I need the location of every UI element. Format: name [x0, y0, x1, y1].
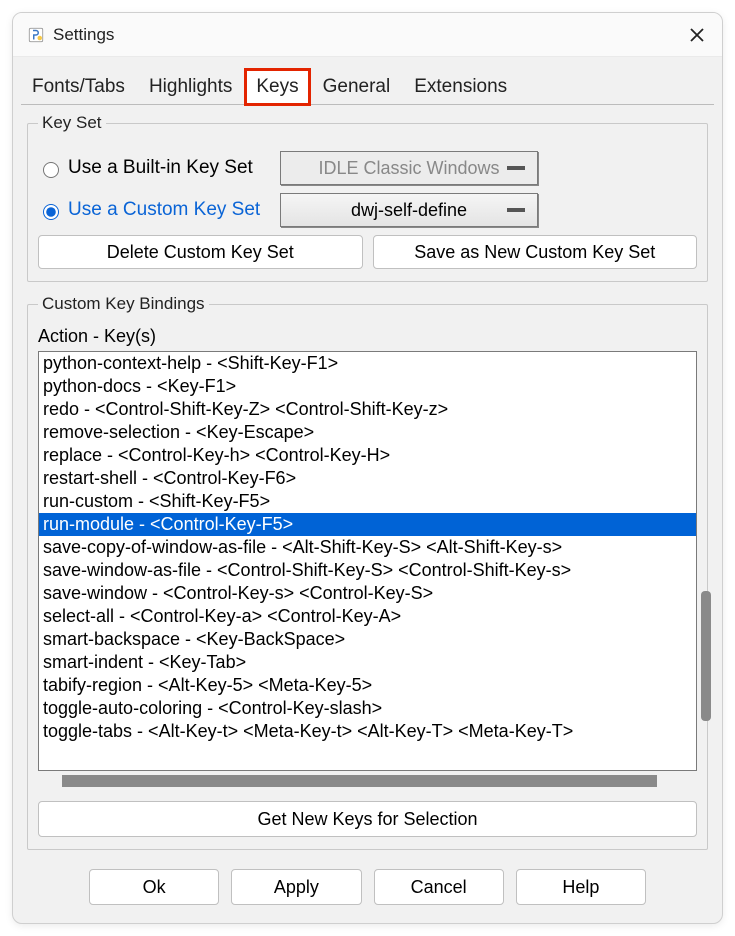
tab-keys-content: Key Set Use a Built-in Key Set IDLE Clas…: [21, 104, 714, 850]
binding-row[interactable]: save-window-as-file - <Control-Shift-Key…: [39, 559, 696, 582]
binding-row[interactable]: redo - <Control-Shift-Key-Z> <Control-Sh…: [39, 398, 696, 421]
titlebar: Settings: [13, 13, 722, 57]
vertical-scrollbar[interactable]: [701, 591, 711, 721]
keyset-group: Key Set Use a Built-in Key Set IDLE Clas…: [27, 113, 708, 282]
binding-row[interactable]: run-custom - <Shift-Key-F5>: [39, 490, 696, 513]
radio-builtin-label: Use a Built-in Key Set: [68, 157, 253, 179]
delete-custom-keyset-button[interactable]: Delete Custom Key Set: [38, 235, 363, 269]
builtin-keyset-value: IDLE Classic Windows: [318, 158, 499, 179]
tab-extensions[interactable]: Extensions: [403, 69, 518, 105]
bindings-legend: Custom Key Bindings: [38, 294, 209, 314]
radio-custom-label: Use a Custom Key Set: [68, 199, 260, 221]
bindings-listbox[interactable]: python-context-help - <Shift-Key-F1>pyth…: [38, 351, 697, 771]
keyset-legend: Key Set: [38, 113, 106, 133]
radio-custom-input[interactable]: [43, 204, 59, 220]
app-icon: [27, 26, 45, 44]
binding-row[interactable]: save-window - <Control-Key-s> <Control-K…: [39, 582, 696, 605]
chevron-down-icon: [507, 208, 525, 212]
binding-row[interactable]: run-module - <Control-Key-F5>: [39, 513, 696, 536]
custom-keyset-value: dwj-self-define: [351, 200, 467, 221]
settings-window: Settings Fonts/TabsHighlightsKeysGeneral…: [12, 12, 723, 924]
binding-row[interactable]: save-copy-of-window-as-file - <Alt-Shift…: [39, 536, 696, 559]
close-icon[interactable]: [686, 24, 708, 46]
tab-keys[interactable]: Keys: [245, 69, 309, 105]
binding-row[interactable]: select-all - <Control-Key-a> <Control-Ke…: [39, 605, 696, 628]
custom-key-bindings-group: Custom Key Bindings Action - Key(s) pyth…: [27, 294, 708, 850]
binding-row[interactable]: replace - <Control-Key-h> <Control-Key-H…: [39, 444, 696, 467]
radio-custom[interactable]: Use a Custom Key Set: [38, 199, 268, 221]
binding-row[interactable]: remove-selection - <Key-Escape>: [39, 421, 696, 444]
cancel-button[interactable]: Cancel: [374, 869, 504, 905]
binding-row[interactable]: smart-indent - <Key-Tab>: [39, 651, 696, 674]
binding-row[interactable]: smart-backspace - <Key-BackSpace>: [39, 628, 696, 651]
apply-button[interactable]: Apply: [231, 869, 361, 905]
builtin-keyset-combo[interactable]: IDLE Classic Windows: [280, 151, 538, 185]
horizontal-scrollbar[interactable]: [62, 775, 657, 787]
binding-row[interactable]: python-context-help - <Shift-Key-F1>: [39, 352, 696, 375]
help-button[interactable]: Help: [516, 869, 646, 905]
get-new-keys-button[interactable]: Get New Keys for Selection: [38, 801, 697, 837]
save-as-new-keyset-button[interactable]: Save as New Custom Key Set: [373, 235, 698, 269]
chevron-down-icon: [507, 166, 525, 170]
bindings-header: Action - Key(s): [38, 326, 697, 347]
binding-row[interactable]: python-docs - <Key-F1>: [39, 375, 696, 398]
binding-row[interactable]: toggle-tabs - <Alt-Key-t> <Meta-Key-t> <…: [39, 720, 696, 743]
radio-builtin-input[interactable]: [43, 162, 59, 178]
tab-highlights[interactable]: Highlights: [138, 69, 243, 105]
binding-row[interactable]: restart-shell - <Control-Key-F6>: [39, 467, 696, 490]
binding-row[interactable]: tabify-region - <Alt-Key-5> <Meta-Key-5>: [39, 674, 696, 697]
dialog-buttons: Ok Apply Cancel Help: [13, 869, 722, 905]
tab-bar: Fonts/TabsHighlightsKeysGeneralExtension…: [13, 69, 722, 105]
window-title: Settings: [53, 25, 686, 45]
ok-button[interactable]: Ok: [89, 869, 219, 905]
radio-builtin[interactable]: Use a Built-in Key Set: [38, 157, 268, 179]
tab-general[interactable]: General: [312, 69, 402, 105]
tab-fonts-tabs[interactable]: Fonts/Tabs: [21, 69, 136, 105]
custom-keyset-combo[interactable]: dwj-self-define: [280, 193, 538, 227]
binding-row[interactable]: toggle-auto-coloring - <Control-Key-slas…: [39, 697, 696, 720]
